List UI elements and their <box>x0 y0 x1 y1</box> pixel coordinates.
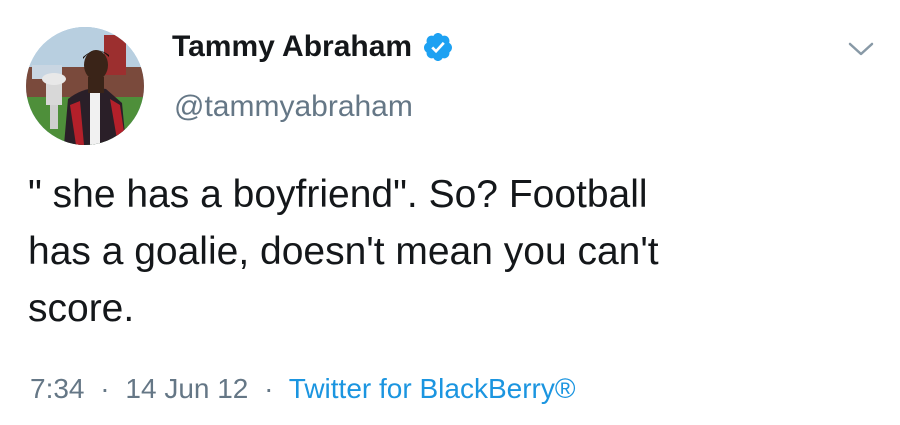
verified-badge-icon <box>422 31 454 63</box>
tweet-text-line: " she has a boyfriend". So? Football <box>28 173 648 216</box>
avatar-photo <box>26 27 144 145</box>
separator: · <box>100 373 110 404</box>
display-name[interactable]: Tammy Abraham <box>172 30 412 64</box>
user-handle[interactable]: @tammyabraham <box>174 90 413 124</box>
tweet-card: Tammy Abraham @tammyabraham " she has a … <box>0 0 900 425</box>
tweet-source-link[interactable]: Twitter for BlackBerry® <box>289 373 576 404</box>
separator: · <box>264 373 274 404</box>
chevron-down-icon[interactable] <box>846 38 876 60</box>
tweet-text-line: has a goalie, doesn't mean you can't <box>28 230 659 273</box>
tweet-metadata: 7:34 · 14 Jun 12 · Twitter for BlackBerr… <box>30 373 575 405</box>
avatar[interactable] <box>26 27 144 145</box>
tweet-text: " she has a boyfriend". So? Football has… <box>28 166 868 337</box>
tweet-date[interactable]: 14 Jun 12 <box>125 373 248 404</box>
tweet-time[interactable]: 7:34 <box>30 373 85 404</box>
display-name-row[interactable]: Tammy Abraham <box>172 30 454 64</box>
tweet-text-line: score. <box>28 287 135 330</box>
